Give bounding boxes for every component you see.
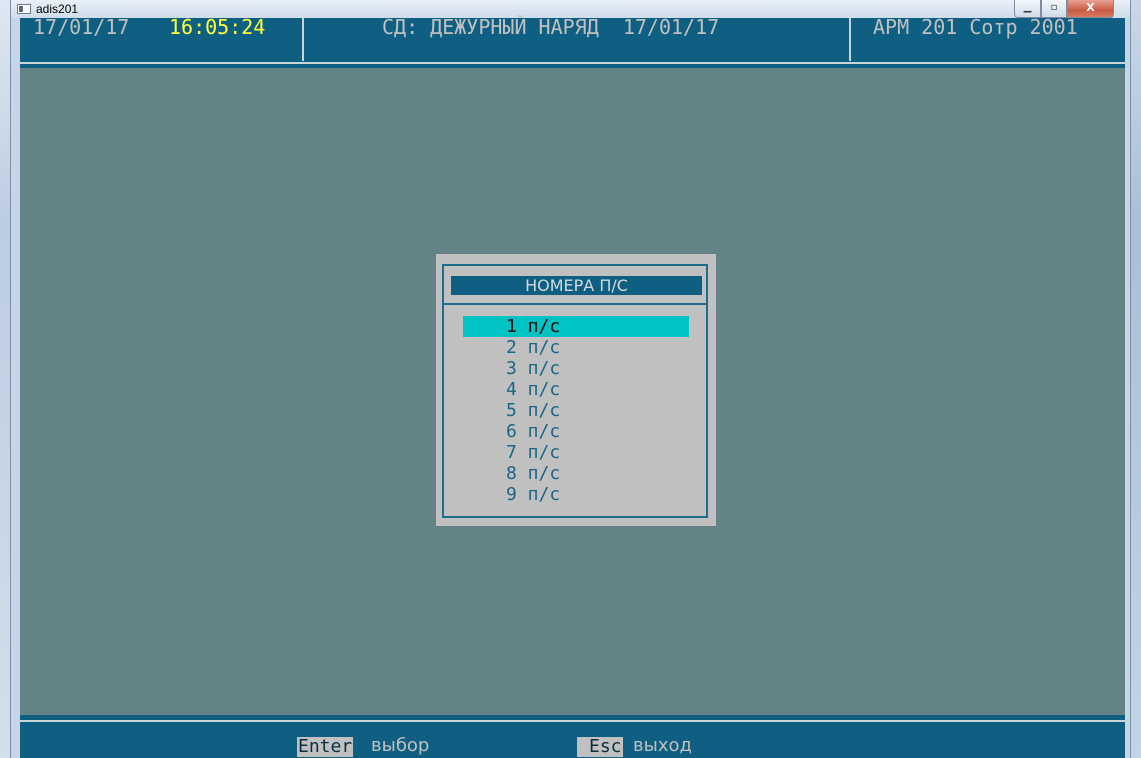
footer-rule	[20, 720, 1125, 722]
dialog-separator	[444, 303, 706, 305]
substation-dialog: НОМЕРА П/С 1 п/с 2 п/с 3 п/с 4 п/с 5 п/с 6 п/…	[436, 254, 716, 526]
list-item[interactable]: 2 п/с	[463, 337, 689, 358]
console-area: 17/01/17 16:05:24 СД: ДЕЖУРНЫЙ НАРЯД 17/…	[20, 15, 1125, 758]
list-item[interactable]: 3 п/с	[463, 358, 689, 379]
enter-key[interactable]: Enter	[297, 737, 354, 757]
desktop-background-right	[1131, 0, 1141, 758]
status-header: 17/01/17 16:05:24 СД: ДЕЖУРНЫЙ НАРЯД 17/…	[20, 15, 1125, 68]
app-window: adis201 ▁ ▫ X 17/01/17 16:05:24 СД: ДЕЖУ…	[10, 0, 1131, 758]
header-rule	[20, 62, 1125, 64]
dialog-title: НОМЕРА П/С	[451, 276, 702, 295]
list-item[interactable]: 1 п/с	[463, 316, 689, 337]
list-item[interactable]: 7 п/с	[463, 442, 689, 463]
esc-key[interactable]: Esc	[577, 737, 623, 757]
enter-key-description: выбор	[371, 735, 430, 756]
hotkey-footer: Enter выбор Esc выход	[20, 715, 1125, 758]
list-item[interactable]: 9 п/с	[463, 484, 689, 505]
substation-list: 1 п/с 2 п/с 3 п/с 4 п/с 5 п/с 6 п/с 7 п/с 8 п/с…	[463, 316, 689, 505]
app-icon[interactable]	[17, 4, 31, 14]
header-divider	[302, 18, 304, 61]
list-item[interactable]: 6 п/с	[463, 421, 689, 442]
header-clock: 16:05:24	[169, 15, 266, 39]
window-title: adis201	[36, 2, 79, 16]
header-title: СД: ДЕЖУРНЫЙ НАРЯД 17/01/17	[382, 15, 720, 39]
list-item[interactable]: 8 п/с	[463, 463, 689, 484]
desktop-background-left	[0, 0, 10, 758]
header-workstation: АРМ 201 Сотр 2001	[873, 15, 1078, 39]
esc-key-description: выход	[633, 735, 692, 756]
header-date: 17/01/17	[33, 15, 130, 39]
header-divider	[849, 18, 851, 61]
list-item[interactable]: 4 п/с	[463, 379, 689, 400]
list-item[interactable]: 5 п/с	[463, 400, 689, 421]
